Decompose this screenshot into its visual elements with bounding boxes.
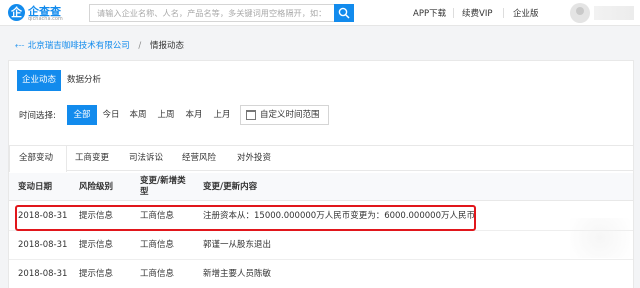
- nav-app-download[interactable]: APP下载: [413, 7, 446, 19]
- tab-data-analysis[interactable]: 数据分析: [64, 70, 104, 91]
- row-date: 2018-08-31: [18, 269, 68, 279]
- main-card: 企业动态 数据分析 时间选择: 全部 今日 本周 上周 本月 上月 自定义时间范…: [8, 60, 634, 288]
- time-option-last-week[interactable]: 上周: [152, 105, 180, 125]
- nav-divider: [503, 8, 504, 18]
- subtab-investment[interactable]: 对外投资: [237, 146, 271, 171]
- user-name-blurred: [594, 6, 634, 20]
- time-option-this-week[interactable]: 本周: [124, 105, 152, 125]
- time-option-all[interactable]: 全部: [67, 105, 97, 125]
- custom-range-button[interactable]: 自定义时间范围: [240, 105, 329, 125]
- header-change-date: 变动日期: [18, 182, 53, 192]
- top-bar: 企 企查查 qichacha.com 请输入企业名称、人名，产品名等，多关键词用…: [0, 0, 640, 26]
- subtab-business-changes[interactable]: 工商变更: [75, 146, 109, 171]
- subtab-all-changes[interactable]: 全部变动: [9, 146, 67, 172]
- row-date: 2018-08-31: [18, 240, 68, 250]
- time-option-last-month[interactable]: 上月: [208, 105, 236, 125]
- breadcrumb-current: 情报动态: [150, 41, 185, 51]
- user-avatar[interactable]: [570, 3, 590, 23]
- time-option-this-month[interactable]: 本月: [180, 105, 208, 125]
- sub-tab-bar: 全部变动 工商变更 司法诉讼 经营风险 对外投资: [9, 145, 633, 172]
- search-icon: [338, 7, 350, 19]
- tab-enterprise-news[interactable]: 企业动态: [17, 70, 61, 91]
- search-button[interactable]: [334, 4, 354, 22]
- table-row[interactable]: 2018-08-31 提示信息 工商信息 郭谨一从股东退出: [9, 231, 633, 260]
- highlight-box: [15, 205, 476, 231]
- logo-icon: 企: [8, 4, 25, 21]
- subtab-litigation[interactable]: 司法诉讼: [129, 146, 163, 171]
- row-level: 提示信息: [79, 240, 114, 250]
- nav-enterprise[interactable]: 企业版: [513, 7, 539, 19]
- logo-subtext: qichacha.com: [28, 16, 63, 22]
- watermark: [570, 218, 630, 258]
- row-type: 工商信息: [140, 269, 175, 279]
- search-input[interactable]: 请输入企业名称、人名，产品名等，多关键词用空格隔开，如：: [89, 4, 334, 22]
- back-arrow-icon[interactable]: ⤎: [15, 41, 25, 51]
- header-change-type: 变更/新增类 型: [140, 176, 186, 198]
- calendar-icon: [246, 110, 256, 120]
- row-content: 郭谨一从股东退出: [203, 240, 272, 250]
- breadcrumb: ⤎ 北京瑞吉咖啡技术有限公司 / 情报动态: [15, 39, 184, 53]
- row-level: 提示信息: [79, 269, 114, 279]
- row-type: 工商信息: [140, 240, 175, 250]
- table-header: 变动日期 风险级别 变更/新增类 型 变更/更新内容: [9, 173, 633, 201]
- nav-renew-vip[interactable]: 续费VIP: [462, 7, 492, 19]
- table-row[interactable]: 2018-08-31 提示信息 工商信息 新增主要人员陈敏: [9, 260, 633, 288]
- time-option-today[interactable]: 今日: [98, 105, 124, 125]
- header-change-content: 变更/更新内容: [203, 182, 258, 192]
- time-filter-label: 时间选择:: [19, 111, 56, 121]
- logo[interactable]: 企 企查查 qichacha.com: [8, 3, 82, 23]
- header-change-type-line1: 变更/新增类: [140, 176, 186, 186]
- breadcrumb-company-link[interactable]: 北京瑞吉咖啡技术有限公司: [28, 41, 130, 51]
- row-content: 新增主要人员陈敏: [203, 269, 272, 279]
- subtab-operating-risk[interactable]: 经营风险: [182, 146, 216, 171]
- header-change-type-line2: 型: [140, 187, 149, 197]
- nav-divider: [453, 8, 454, 18]
- header-risk-level: 风险级别: [79, 182, 114, 192]
- breadcrumb-separator: /: [138, 41, 142, 51]
- custom-range-label: 自定义时间范围: [260, 110, 320, 120]
